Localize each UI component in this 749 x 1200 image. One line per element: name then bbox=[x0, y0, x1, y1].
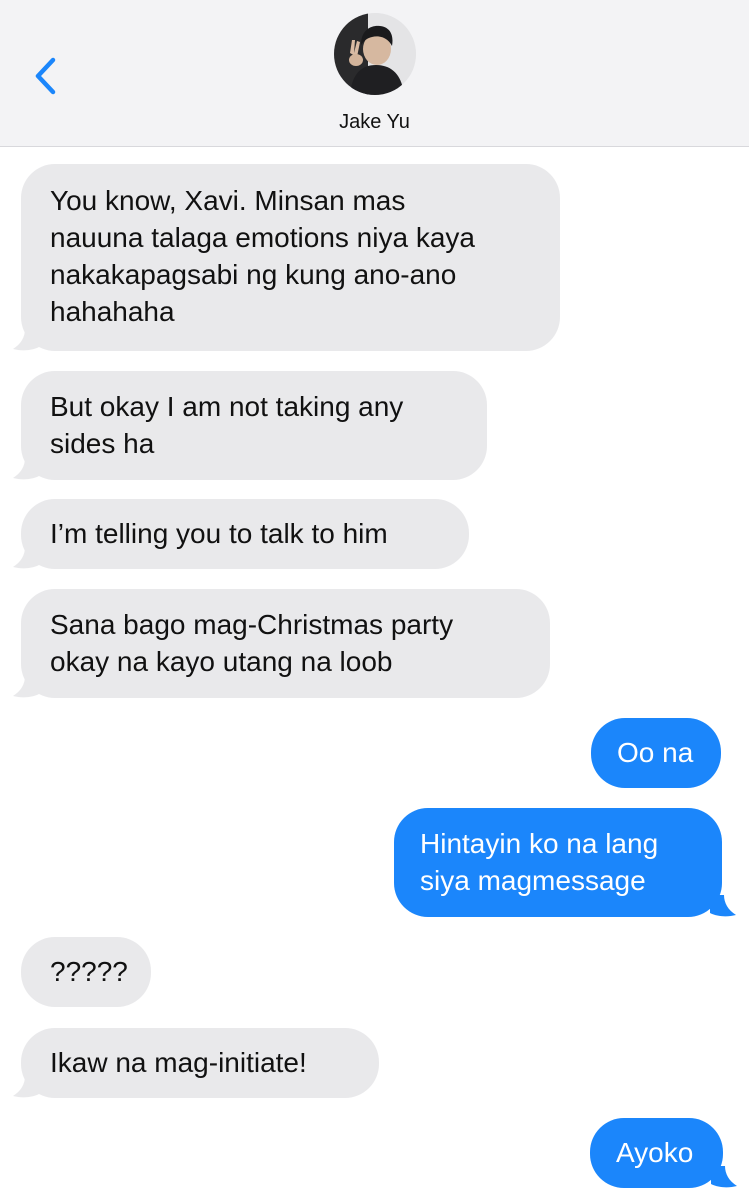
incoming-message-bubble[interactable]: You know, Xavi. Minsan mas nauuna talaga… bbox=[21, 164, 560, 351]
message-line: sides ha bbox=[50, 428, 155, 459]
bubble-tail bbox=[13, 329, 39, 351]
message-line: nakakapagsabi ng kung ano-ano bbox=[50, 259, 457, 290]
message-line: You know, Xavi. Minsan mas bbox=[50, 185, 406, 216]
incoming-message-bubble[interactable]: Sana bago mag-Christmas party okay na ka… bbox=[21, 589, 550, 698]
message-line: hahahaha bbox=[50, 296, 175, 327]
message-line: Ikaw na mag-initiate! bbox=[50, 1047, 307, 1078]
message-thread: You know, Xavi. Minsan mas nauuna talaga… bbox=[0, 0, 749, 1200]
incoming-message-bubble[interactable]: ????? bbox=[21, 937, 151, 1007]
bubble-tail bbox=[13, 458, 39, 480]
bubble-tail bbox=[13, 1076, 39, 1098]
message-line: nauuna talaga emotions niya kaya bbox=[50, 222, 475, 253]
message-line: siya magmessage bbox=[420, 865, 646, 896]
bubble-tail bbox=[13, 547, 39, 569]
bubble-tail bbox=[710, 895, 736, 917]
message-line: I’m telling you to talk to him bbox=[50, 518, 388, 549]
message-line: But okay I am not taking any bbox=[50, 391, 404, 422]
bubble-tail bbox=[13, 676, 39, 698]
incoming-message-bubble[interactable]: But okay I am not taking any sides ha bbox=[21, 371, 487, 480]
bubble-tail bbox=[711, 1166, 737, 1188]
message-line: Ayoko bbox=[616, 1137, 694, 1168]
outgoing-message-bubble[interactable]: Ayoko bbox=[590, 1118, 723, 1188]
outgoing-message-bubble[interactable]: Hintayin ko na lang siya magmessage bbox=[394, 808, 722, 917]
message-line: Oo na bbox=[617, 737, 694, 768]
incoming-message-bubble[interactable]: I’m telling you to talk to him bbox=[21, 499, 469, 569]
outgoing-message-bubble[interactable]: Oo na bbox=[591, 718, 721, 788]
message-line: okay na kayo utang na loob bbox=[50, 646, 393, 677]
message-line: Sana bago mag-Christmas party bbox=[50, 609, 454, 640]
message-line: Hintayin ko na lang bbox=[420, 828, 659, 859]
message-line: ????? bbox=[50, 956, 128, 987]
incoming-message-bubble[interactable]: Ikaw na mag-initiate! bbox=[21, 1028, 379, 1098]
